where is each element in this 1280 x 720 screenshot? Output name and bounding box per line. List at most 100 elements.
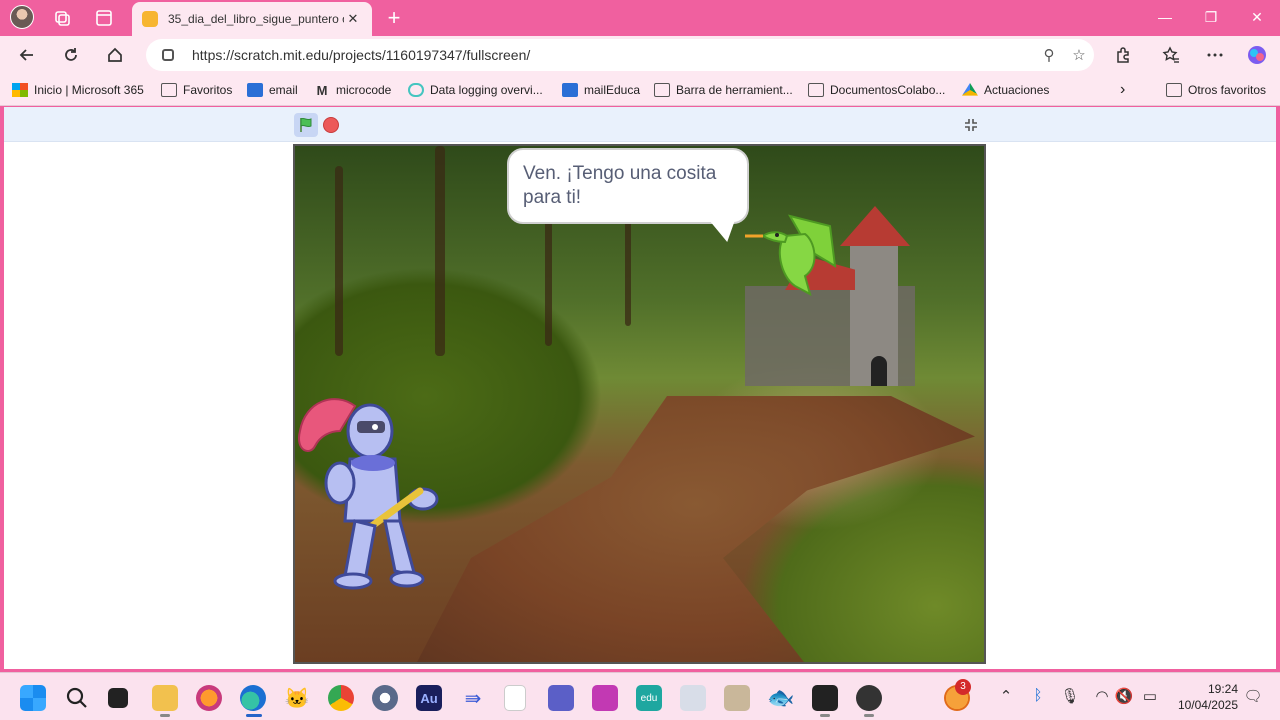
scratch-fullscreen-page: Ven. ¡Tengo una cosita para ti!	[4, 107, 1276, 669]
bookmark-label: DocumentosColabo...	[830, 83, 946, 97]
cat-app-icon[interactable]: 🐱	[284, 685, 310, 711]
m-icon: M	[316, 82, 328, 98]
bookmark-otros-favoritos[interactable]: Otros favoritos	[1166, 81, 1266, 99]
refresh-button[interactable]	[56, 40, 86, 70]
ghost-app-icon[interactable]	[680, 685, 706, 711]
bookmark-microcode[interactable]: M microcode	[314, 81, 392, 99]
mail-icon	[247, 83, 263, 97]
navigation-bar: https://scratch.mit.edu/projects/1160197…	[0, 36, 1280, 74]
audition-icon[interactable]: Au	[416, 685, 442, 711]
volume-muted-icon[interactable]: 🔇	[1113, 687, 1135, 705]
folder-icon	[161, 83, 177, 97]
extensions-icon[interactable]	[1108, 40, 1138, 70]
microsoft-icon	[12, 83, 28, 97]
bookmark-microsoft-365[interactable]: Inicio | Microsoft 365	[12, 81, 144, 99]
new-tab-button[interactable]: +	[380, 4, 408, 32]
bookmark-barra-herramientas[interactable]: Barra de herramient...	[654, 81, 793, 99]
system-clock[interactable]: 19:24 10/04/2025	[1168, 681, 1238, 713]
more-menu-icon[interactable]	[1200, 40, 1230, 70]
power-automate-icon[interactable]: ⇛	[460, 685, 486, 711]
search-icon[interactable]	[64, 685, 90, 711]
scratch-stage[interactable]: Ven. ¡Tengo una cosita para ti!	[293, 144, 986, 664]
terminal-app-icon[interactable]	[812, 685, 838, 711]
knight-sprite	[298, 398, 439, 590]
restore-button[interactable]: ❐	[1188, 0, 1234, 34]
copilot-icon[interactable]	[1242, 40, 1272, 70]
home-button[interactable]	[100, 40, 130, 70]
bookmark-email[interactable]: email	[247, 81, 298, 99]
tab-actions-icon[interactable]	[90, 4, 118, 32]
bookmark-documentos[interactable]: DocumentosColabo...	[808, 81, 945, 99]
running-indicator	[820, 714, 830, 717]
tray-overflow-chevron-icon[interactable]: ⌃	[995, 687, 1017, 705]
profile-avatar[interactable]	[10, 5, 34, 29]
fish-app-icon[interactable]: 🐟	[767, 685, 794, 711]
bluetooth-icon[interactable]: ᛒ	[1027, 687, 1049, 704]
exit-fullscreen-icon	[965, 119, 977, 131]
tree-trunk	[625, 206, 631, 326]
windows-taskbar: 🐱 Au ⇛ edu 🐟 3 ⌃ ᛒ 🎙 ◠ 🔇 ▭ 19:24 10/04/2…	[0, 672, 1280, 720]
wifi-icon[interactable]: ◠	[1091, 687, 1113, 705]
microphone-icon[interactable]: 🎙	[1059, 687, 1081, 705]
battery-icon[interactable]: ▭	[1139, 687, 1161, 705]
bookmark-label: email	[269, 83, 298, 97]
bookmark-label: Data logging overvi...	[430, 83, 543, 97]
bookmark-label: Actuaciones	[984, 83, 1050, 97]
folder-icon	[808, 83, 824, 97]
bookmarks-overflow-chevron-icon[interactable]: ›	[1120, 81, 1125, 99]
tree-trunk	[435, 146, 445, 356]
title-bar: 35_dia_del_libro_sigue_puntero o ✕ + — ❐…	[0, 0, 1280, 36]
stop-button[interactable]	[323, 117, 339, 133]
minimize-button[interactable]: —	[1142, 0, 1188, 34]
notification-badge: 3	[955, 679, 971, 695]
tab-close-button[interactable]: ✕	[344, 11, 362, 27]
teams-icon[interactable]	[548, 685, 574, 711]
active-indicator	[246, 714, 262, 717]
dirt-path	[415, 396, 975, 662]
windows-start-icon[interactable]	[20, 685, 46, 711]
site-info-icon[interactable]	[162, 49, 174, 61]
firefox-icon[interactable]	[196, 685, 222, 711]
running-indicator	[160, 714, 170, 717]
folder-icon	[654, 83, 670, 97]
zoom-icon[interactable]: ⚲	[1034, 46, 1064, 64]
scratch-controls-bar	[4, 107, 1276, 142]
clock-date: 10/04/2025	[1177, 698, 1238, 712]
bookmark-maileduca[interactable]: mailEduca	[562, 81, 640, 99]
favorites-icon[interactable]	[1156, 40, 1186, 70]
scratch-favicon-icon	[142, 11, 158, 27]
bookmark-data-logging[interactable]: Data logging overvi...	[408, 81, 543, 99]
favorite-star-icon[interactable]: ☆	[1064, 46, 1094, 64]
terminal-icon[interactable]	[108, 688, 128, 708]
tree-trunk	[335, 166, 343, 356]
chrome-icon[interactable]	[328, 685, 354, 711]
notifications-icon[interactable]: 🗨	[1242, 687, 1264, 705]
close-window-button[interactable]: ✕	[1234, 0, 1280, 34]
archive-app-icon[interactable]	[724, 685, 750, 711]
document-app-icon[interactable]	[504, 685, 526, 711]
exit-fullscreen-button[interactable]	[960, 114, 982, 136]
url-text[interactable]: https://scratch.mit.edu/projects/1160197…	[192, 47, 1034, 63]
file-explorer-icon[interactable]	[152, 685, 178, 711]
back-button[interactable]	[12, 40, 42, 70]
edu-app-icon[interactable]: edu	[636, 685, 662, 711]
folder-icon	[1166, 83, 1182, 97]
bookmark-label: Otros favoritos	[1188, 83, 1267, 97]
puzzle-app-icon[interactable]	[592, 685, 618, 711]
tab-active[interactable]: 35_dia_del_libro_sigue_puntero o ✕	[132, 2, 372, 36]
tab-title: 35_dia_del_libro_sigue_puntero o	[168, 12, 344, 26]
settings-icon[interactable]	[372, 685, 398, 711]
address-bar[interactable]: https://scratch.mit.edu/projects/1160197…	[146, 39, 1094, 71]
github-icon[interactable]	[856, 685, 882, 711]
green-flag-button[interactable]	[294, 113, 318, 137]
bookmark-label: Barra de herramient...	[676, 83, 793, 97]
bookmark-label: microcode	[336, 83, 392, 97]
speech-bubble-tail	[709, 220, 735, 242]
edge-icon[interactable]	[240, 685, 266, 711]
bookmark-actuaciones[interactable]: Actuaciones	[962, 81, 1049, 99]
workspaces-icon[interactable]	[48, 4, 76, 32]
bookmark-favoritos[interactable]: Favoritos	[161, 81, 232, 99]
bookmark-label: mailEduca	[584, 83, 641, 97]
clock-time: 19:24	[1207, 682, 1238, 696]
green-flag-icon	[300, 117, 312, 132]
